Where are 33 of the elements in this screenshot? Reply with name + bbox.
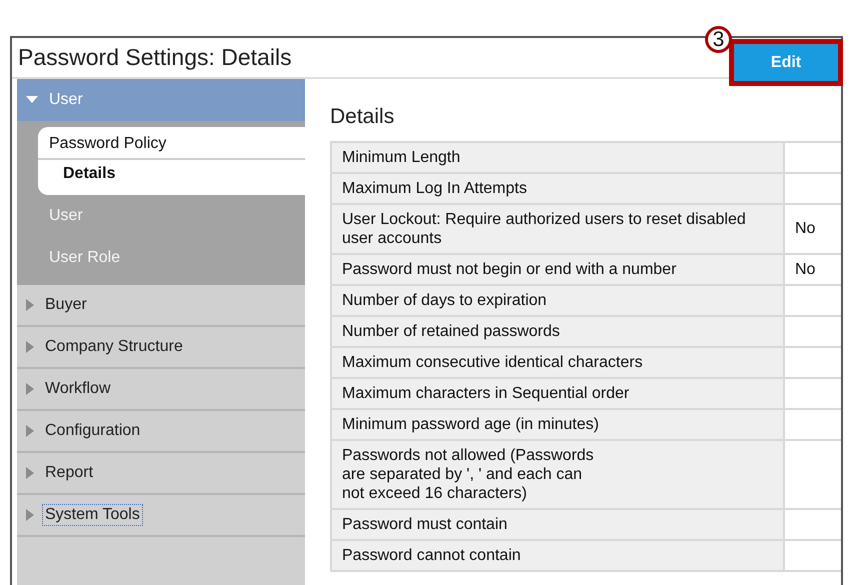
section-heading: Details [330,105,396,129]
step-badge: 3 [705,26,732,53]
setting-label: Maximum characters in Sequential order [332,379,785,408]
setting-label: Password cannot contain [332,541,785,570]
caret-right-icon [26,383,34,395]
setting-label: Maximum Log In Attempts [332,174,785,203]
setting-label: User Lockout: Require authorized users to reset disabled user accounts [332,205,785,253]
setting-label: Maximum consecutive identical characters [332,348,785,377]
setting-label: Minimum password age (in minutes) [332,410,785,439]
setting-label: Password must contain [332,510,785,539]
sidebar-item[interactable]: Password Policy [38,127,305,160]
caret-right-icon [26,509,34,521]
setting-label: Minimum Length [332,143,785,172]
section-label: Configuration [44,421,142,441]
setting-label: Number of days to expiration [332,286,785,315]
section-label: Buyer [44,295,88,315]
window-title: Password Settings: Details [18,44,292,71]
caret-right-icon [26,425,34,437]
setting-label: Number of retained passwords [332,317,785,346]
section-label: System Tools [42,504,143,526]
sidebar-subitem[interactable]: Details [38,160,305,195]
section-label: User [48,90,84,110]
setting-label: Passwords not allowed (Passwords are separated by ', ' and each can not exceed 16 characters) [332,441,785,508]
section-label: Report [44,463,94,483]
setting-value: No [794,219,816,239]
caret-right-icon [26,341,34,353]
setting-label: Password must not begin or end with a number [332,255,785,284]
caret-down-icon [26,96,38,104]
caret-right-icon [26,467,34,479]
setting-value: No [794,260,816,280]
caret-right-icon [26,299,34,311]
section-label: Company Structure [44,337,184,357]
section-label: Workflow [44,379,112,399]
